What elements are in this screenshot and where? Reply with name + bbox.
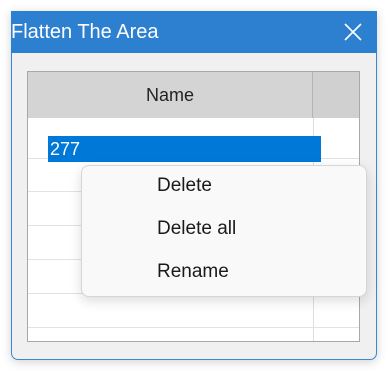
- column-header-filler: [313, 72, 359, 118]
- close-icon: [344, 23, 362, 41]
- column-header-name-label: Name: [145, 84, 194, 105]
- menu-item-delete-all[interactable]: Delete all: [82, 209, 366, 249]
- title-bar[interactable]: Flatten The Area: [11, 11, 377, 53]
- grid-row-selected[interactable]: 277: [48, 136, 321, 162]
- close-button[interactable]: [329, 11, 377, 53]
- column-header-name[interactable]: Name: [28, 72, 313, 118]
- grid-row-line: [28, 327, 359, 328]
- row-name-cell: 277: [50, 139, 81, 159]
- menu-item-rename[interactable]: Rename: [82, 252, 366, 292]
- window-title: Flatten The Area: [11, 21, 159, 43]
- menu-item-delete[interactable]: Delete: [82, 166, 366, 206]
- context-menu: Delete Delete all Rename: [81, 165, 367, 297]
- grid-header: Name: [28, 72, 359, 118]
